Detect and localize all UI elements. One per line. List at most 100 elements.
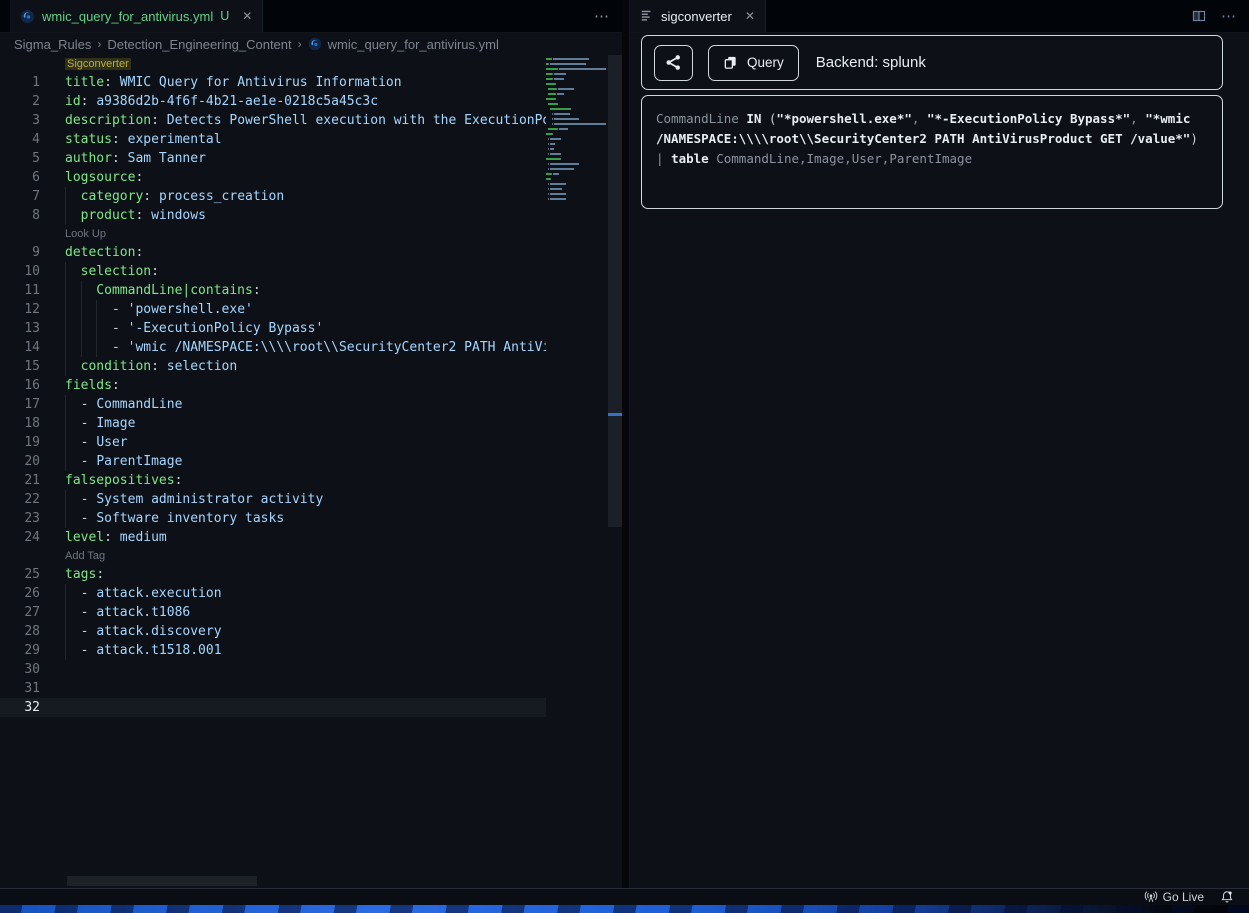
minimap-line: [546, 83, 608, 85]
tab-close-icon[interactable]: ✕: [242, 9, 252, 23]
breadcrumb-item-subfolder[interactable]: Detection_Engineering_Content: [107, 37, 291, 52]
line-number[interactable]: 4: [0, 130, 40, 149]
codelens-link[interactable]: Look Up: [65, 228, 106, 240]
code-line[interactable]: 2id: a9386d2b-4f6f-4b21-ae1e-0218c5a45c3…: [0, 92, 622, 111]
line-number[interactable]: 8: [0, 206, 40, 225]
code-line[interactable]: 27 - attack.t1086: [0, 603, 622, 622]
code-line[interactable]: 1title: WMIC Query for Antivirus Informa…: [0, 73, 622, 92]
breadcrumb-item-folder[interactable]: Sigma_Rules: [14, 37, 91, 52]
codelens-row: Add Tag: [0, 547, 622, 565]
minimap-line: [546, 58, 608, 60]
converted-query-output[interactable]: CommandLine IN ("*powershell.exe*", "*-E…: [641, 95, 1223, 209]
codelens-link[interactable]: Sigconverter: [65, 58, 131, 70]
code-line[interactable]: 18 - Image: [0, 414, 622, 433]
line-number[interactable]: 25: [0, 565, 40, 584]
line-number[interactable]: 10: [0, 262, 40, 281]
codelens-row: Look Up: [0, 225, 622, 243]
more-actions-icon[interactable]: ⋯: [594, 7, 610, 25]
code-line[interactable]: 26 - attack.execution: [0, 584, 622, 603]
code-line[interactable]: 10 selection:: [0, 262, 622, 281]
line-number[interactable]: 31: [0, 679, 40, 698]
line-number[interactable]: 3: [0, 111, 40, 130]
line-number[interactable]: 11: [0, 281, 40, 300]
tab-yaml-file[interactable]: wmic_query_for_antivirus.yml U ✕: [10, 0, 263, 32]
scrollbar-slider[interactable]: [608, 55, 622, 527]
code-line[interactable]: 30: [0, 660, 622, 679]
minimap-line: [546, 178, 608, 180]
code-line[interactable]: 4status: experimental: [0, 130, 622, 149]
code-line[interactable]: 8 product: windows: [0, 206, 622, 225]
horizontal-scrollbar[interactable]: [67, 876, 257, 886]
tab-close-icon[interactable]: ✕: [745, 9, 755, 23]
code-line[interactable]: 25tags:: [0, 565, 622, 584]
line-number[interactable]: 6: [0, 168, 40, 187]
code-line[interactable]: 31: [0, 679, 622, 698]
code-line[interactable]: 23 - Software inventory tasks: [0, 509, 622, 528]
code-line[interactable]: 21falsepositives:: [0, 471, 622, 490]
line-number[interactable]: 19: [0, 433, 40, 452]
tab-sigconverter[interactable]: sigconverter ✕: [630, 0, 766, 32]
minimap-line: [546, 168, 608, 170]
code-line[interactable]: 32: [0, 698, 622, 717]
code-line[interactable]: 5author: Sam Tanner: [0, 149, 622, 168]
minimap-line: [546, 103, 608, 105]
codelens-link[interactable]: Add Tag: [65, 550, 105, 562]
code-line[interactable]: 24level: medium: [0, 528, 622, 547]
split-editor-icon[interactable]: [1191, 8, 1207, 24]
editor-group-sash[interactable]: [622, 0, 630, 888]
indent-guide: [65, 281, 66, 300]
code-text: - attack.t1086: [65, 603, 622, 622]
code-line[interactable]: 13 - '-ExecutionPolicy Bypass': [0, 319, 622, 338]
code-line[interactable]: 15 condition: selection: [0, 357, 622, 376]
notifications-button[interactable]: [1215, 890, 1239, 904]
code-text: description: Detects PowerShell executio…: [65, 111, 622, 130]
code-line[interactable]: 14 - 'wmic /NAMESPACE:\\\\root\\Security…: [0, 338, 622, 357]
line-number[interactable]: 1: [0, 73, 40, 92]
code-line[interactable]: 28 - attack.discovery: [0, 622, 622, 641]
code-editor[interactable]: Sigconverter 1title: WMIC Query for Antiv…: [0, 55, 622, 888]
line-number[interactable]: 17: [0, 395, 40, 414]
share-button[interactable]: [654, 45, 693, 81]
line-number[interactable]: 23: [0, 509, 40, 528]
line-number[interactable]: 21: [0, 471, 40, 490]
code-line[interactable]: 9detection:: [0, 243, 622, 262]
code-line[interactable]: 29 - attack.t1518.001: [0, 641, 622, 660]
line-number[interactable]: 22: [0, 490, 40, 509]
code-line[interactable]: 22 - System administrator activity: [0, 490, 622, 509]
line-number[interactable]: 7: [0, 187, 40, 206]
copy-query-button[interactable]: Query: [708, 45, 799, 81]
code-line[interactable]: 12 - 'powershell.exe': [0, 300, 622, 319]
indent-guide: [65, 509, 66, 528]
code-line[interactable]: 16fields:: [0, 376, 622, 395]
line-number[interactable]: 26: [0, 584, 40, 603]
line-number[interactable]: 27: [0, 603, 40, 622]
more-actions-icon[interactable]: ⋯: [1221, 7, 1237, 25]
line-number[interactable]: 5: [0, 149, 40, 168]
minimap[interactable]: [546, 55, 608, 888]
line-number[interactable]: 13: [0, 319, 40, 338]
line-number[interactable]: 32: [0, 698, 40, 717]
line-number[interactable]: 20: [0, 452, 40, 471]
minimap-line: [546, 123, 608, 125]
line-number[interactable]: 30: [0, 660, 40, 679]
code-line[interactable]: 11 CommandLine|contains:: [0, 281, 622, 300]
line-number[interactable]: 15: [0, 357, 40, 376]
go-live-button[interactable]: Go Live: [1139, 890, 1209, 904]
code-line[interactable]: 20 - ParentImage: [0, 452, 622, 471]
code-line[interactable]: 17 - CommandLine: [0, 395, 622, 414]
line-number[interactable]: 18: [0, 414, 40, 433]
line-number[interactable]: 12: [0, 300, 40, 319]
line-number[interactable]: 14: [0, 338, 40, 357]
code-line[interactable]: 7 category: process_creation: [0, 187, 622, 206]
code-line[interactable]: 3 description: Detects PowerShell executi…: [0, 111, 622, 130]
line-number[interactable]: 24: [0, 528, 40, 547]
line-number[interactable]: 9: [0, 243, 40, 262]
line-number[interactable]: 2: [0, 92, 40, 111]
breadcrumb-item-file[interactable]: wmic_query_for_antivirus.yml: [328, 37, 499, 52]
line-number[interactable]: 16: [0, 376, 40, 395]
code-line[interactable]: 19 - User: [0, 433, 622, 452]
vertical-scrollbar[interactable]: [608, 55, 622, 888]
code-line[interactable]: 6logsource:: [0, 168, 622, 187]
line-number[interactable]: 28: [0, 622, 40, 641]
line-number[interactable]: 29: [0, 641, 40, 660]
